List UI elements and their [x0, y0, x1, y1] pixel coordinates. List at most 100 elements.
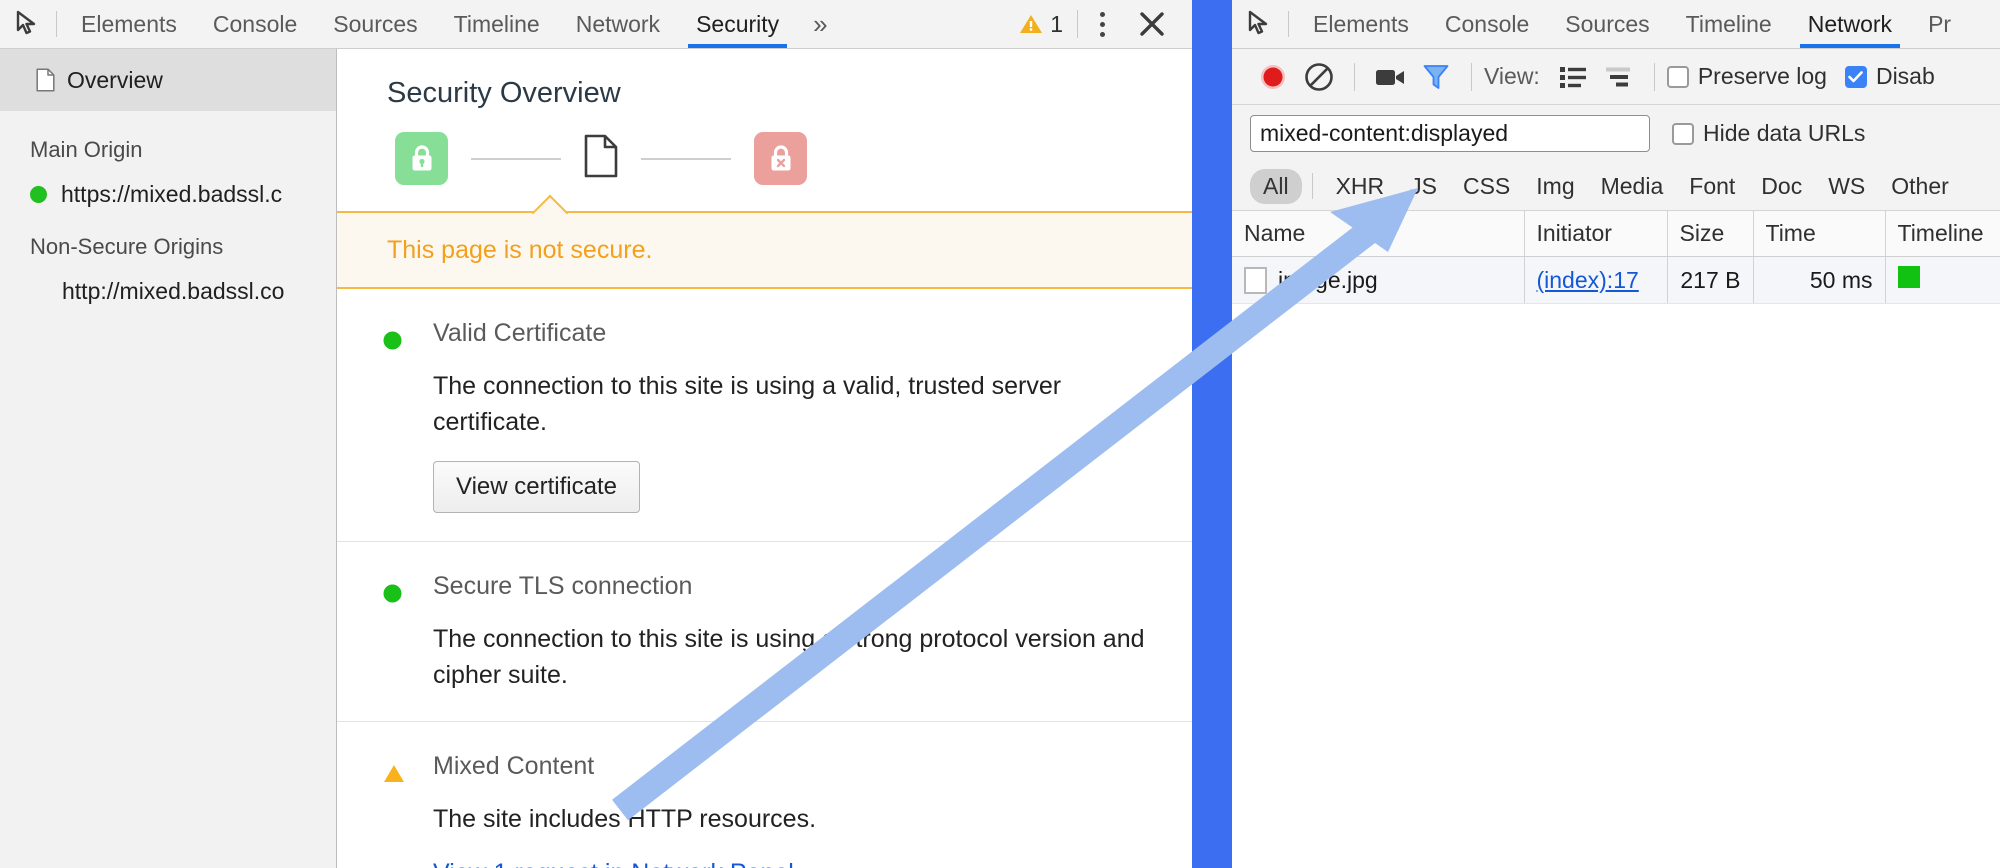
section-body: The connection to this site is using a v… [433, 372, 1062, 437]
close-icon[interactable] [1126, 0, 1178, 48]
chip-css[interactable]: CSS [1450, 169, 1523, 204]
lock-secure-icon [395, 132, 448, 185]
column-header-initiator[interactable]: Initiator [1524, 211, 1668, 257]
left-tabbar: Elements Console Sources Timeline Networ… [0, 0, 1192, 49]
sidebar-group-title: Main Origin [30, 137, 143, 162]
tab-profiles[interactable]: Pr [1910, 0, 1969, 48]
column-header-time[interactable]: Time [1753, 211, 1886, 257]
cell-time: 50 ms [1753, 256, 1886, 304]
devtools-screenshot: Elements Console Sources Timeline Networ… [0, 0, 2000, 868]
disable-cache-label: Disab [1875, 63, 1935, 89]
tab-elements[interactable]: Elements [1295, 0, 1427, 48]
tab-network[interactable]: Network [558, 0, 678, 48]
tab-sources[interactable]: Sources [1547, 0, 1667, 48]
warning-count[interactable]: 1 [1019, 11, 1077, 38]
column-header-size[interactable]: Size [1667, 211, 1754, 257]
section-body: The connection to this site is using a s… [433, 624, 1145, 689]
chip-divider [1311, 173, 1313, 199]
tab-console[interactable]: Console [195, 0, 315, 48]
tab-label: Timeline [453, 10, 540, 37]
tab-sources[interactable]: Sources [315, 0, 435, 48]
toolbar-divider [1471, 62, 1472, 91]
inspect-element-icon[interactable] [1232, 0, 1288, 48]
more-options-icon[interactable] [1078, 0, 1126, 48]
page-title: Security Overview [387, 77, 621, 109]
filter-icon[interactable] [1413, 54, 1459, 100]
chip-media[interactable]: Media [1588, 169, 1677, 204]
more-tabs-icon[interactable]: » [797, 0, 843, 48]
tab-label: Security [696, 10, 780, 37]
section-heading: Valid Certificate [433, 319, 607, 347]
status-ok-dot-icon [383, 331, 402, 355]
chip-all[interactable]: All [1250, 168, 1302, 204]
security-section-valid-certificate: Valid Certificate The connection to this… [337, 289, 1192, 542]
more-tabs-glyph: » [813, 8, 828, 39]
filter-input[interactable]: mixed-content:displayed [1250, 115, 1650, 152]
sidebar-origin-label: https://mixed.badssl.c [61, 181, 283, 207]
preserve-log-checkbox[interactable]: Preserve log [1666, 63, 1827, 90]
banner-text: This page is not secure. [387, 235, 653, 264]
tab-elements[interactable]: Elements [63, 0, 195, 48]
list-view-icon[interactable] [1550, 54, 1596, 100]
security-summary-icons [337, 110, 1192, 185]
toolbar-divider [1354, 62, 1355, 91]
sidebar-item-non-secure-origin[interactable]: http://mixed.badssl.co [0, 260, 336, 305]
inspect-element-icon[interactable] [0, 0, 56, 48]
waterfall-view-icon[interactable] [1596, 54, 1642, 100]
resource-type-filters: All XHR JS CSS Img Media Font Doc WS Oth… [1232, 162, 2000, 211]
chip-font[interactable]: Font [1676, 169, 1748, 204]
section-body: The site includes HTTP resources. [433, 805, 817, 833]
chip-ws[interactable]: WS [1815, 169, 1878, 204]
clear-button[interactable] [1296, 54, 1342, 100]
tab-label: Elements [81, 10, 177, 37]
camera-icon[interactable] [1367, 54, 1413, 100]
checkbox-box [1844, 65, 1867, 88]
chip-other[interactable]: Other [1878, 169, 1962, 204]
network-filter-row: mixed-content:displayed Hide data URLs [1232, 105, 2000, 162]
tab-label: Network [1807, 10, 1893, 37]
tabbar-divider [1288, 11, 1289, 37]
tab-label: Pr [1928, 10, 1952, 37]
toolbar-divider [1653, 62, 1655, 91]
section-heading: Mixed Content [433, 752, 595, 780]
table-row[interactable]: image.jpg (index):17 217 B 50 ms [1232, 256, 2000, 304]
sidebar-group-title: Non-Secure Origins [30, 234, 224, 259]
tab-network[interactable]: Network [1790, 0, 1910, 48]
column-header-timeline[interactable]: Timeline [1885, 211, 2000, 257]
cell-size: 217 B [1667, 256, 1754, 304]
view-requests-in-network-link[interactable]: View 1 request in Network Panel [433, 859, 794, 868]
tab-security[interactable]: Security [678, 0, 797, 48]
sidebar-group-main-origin: Main Origin [0, 111, 336, 163]
chip-img[interactable]: Img [1523, 169, 1587, 204]
chip-doc[interactable]: Doc [1748, 169, 1815, 204]
chip-xhr[interactable]: XHR [1323, 169, 1398, 204]
tab-label: Sources [1565, 10, 1650, 37]
security-main-content: Security Overview This page is not secur… [337, 49, 1192, 868]
network-panel-window: Elements Console Sources Timeline Networ… [1232, 0, 2000, 868]
tab-timeline[interactable]: Timeline [1668, 0, 1790, 48]
tab-console[interactable]: Console [1427, 0, 1547, 48]
column-header-name[interactable]: Name [1232, 211, 1525, 257]
record-button[interactable] [1250, 54, 1296, 100]
security-section-mixed-content: Mixed Content The site includes HTTP res… [337, 722, 1192, 868]
checkbox-box [1666, 65, 1689, 88]
sidebar-origin-label: http://mixed.badssl.co [62, 278, 285, 304]
cell-timeline [1885, 256, 2000, 304]
chip-js[interactable]: JS [1397, 169, 1450, 204]
initiator-link[interactable]: (index):17 [1537, 267, 1639, 293]
lock-insecure-icon [754, 132, 807, 185]
status-ok-dot-icon [383, 584, 402, 608]
tab-label: Console [212, 10, 298, 37]
filter-input-value: mixed-content:displayed [1260, 120, 1509, 146]
timeline-bar [1897, 266, 1920, 288]
view-certificate-button[interactable]: View certificate [433, 460, 640, 513]
sidebar-item-overview[interactable]: Overview [0, 49, 336, 111]
sidebar-item-main-origin[interactable]: https://mixed.badssl.c [0, 163, 336, 208]
disable-cache-checkbox[interactable]: Disab [1844, 63, 1935, 90]
document-icon [584, 134, 618, 183]
hide-data-urls-checkbox[interactable]: Hide data URLs [1672, 120, 1865, 147]
tab-timeline[interactable]: Timeline [436, 0, 558, 48]
file-icon [1244, 266, 1267, 294]
tab-label: Network [575, 10, 661, 37]
tab-label: Console [1444, 10, 1530, 37]
